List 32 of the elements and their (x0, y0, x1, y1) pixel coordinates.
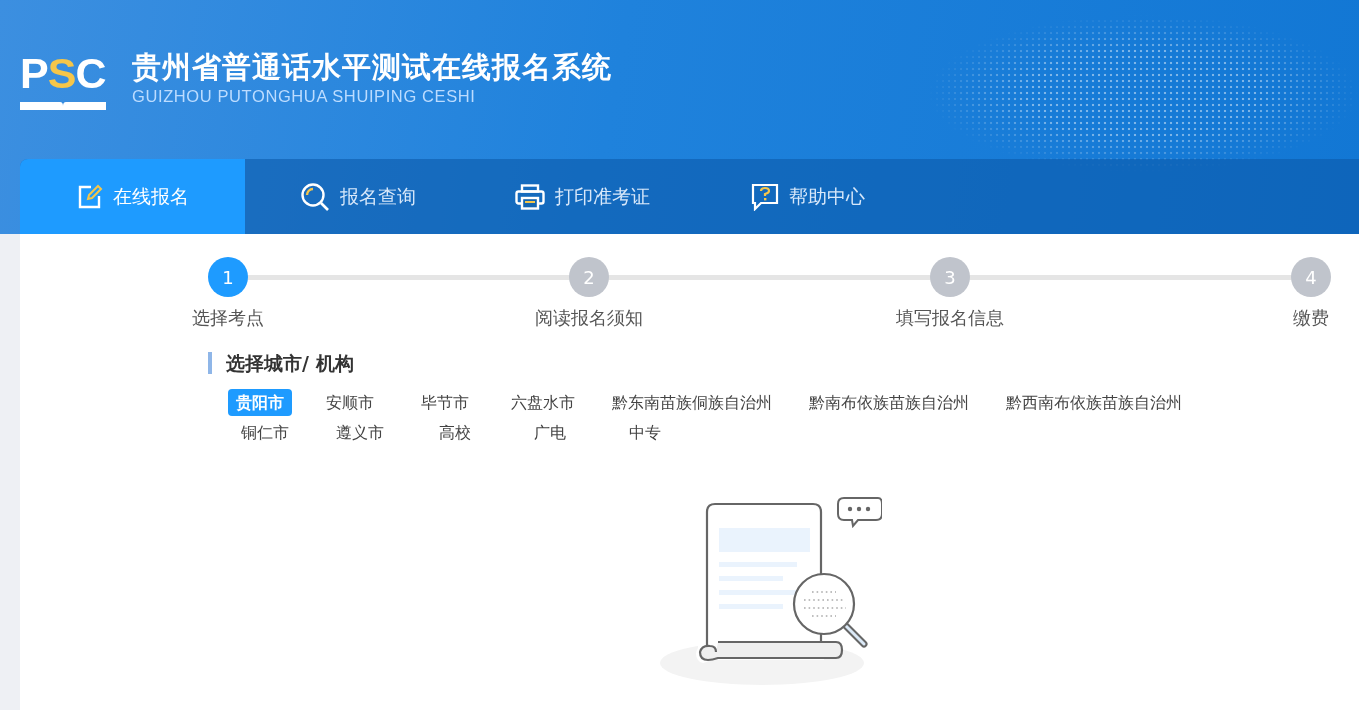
city-option[interactable]: 广电 (513, 419, 587, 446)
city-option[interactable]: 黔东南苗族侗族自治州 (604, 389, 780, 416)
step-label: 缴费 (1293, 306, 1329, 330)
city-option[interactable]: 高校 (418, 419, 492, 446)
nav-tab[interactable]: 打印准考证 (470, 159, 695, 234)
city-option[interactable]: 黔西南布依族苗族自治州 (998, 389, 1190, 416)
step-number: 4 (1291, 257, 1331, 297)
city-option[interactable]: 中专 (608, 419, 682, 446)
city-option[interactable]: 黔南布依族苗族自治州 (801, 389, 977, 416)
site-subtitle: GUIZHOU PUTONGHUA SHUIPING CESHI (132, 87, 477, 106)
nav-tab[interactable]: 帮助中心 (695, 159, 920, 234)
step-label: 填写报名信息 (896, 306, 1004, 330)
section-title: 选择城市/ 机构 (208, 352, 1359, 374)
step-number: 2 (569, 257, 609, 297)
city-option[interactable]: 六盘水市 (503, 389, 583, 416)
nav-tab[interactable]: 报名查询 (245, 159, 470, 234)
step-label: 选择考点 (192, 306, 264, 330)
city-option[interactable]: 安顺市 (313, 389, 387, 416)
step-number: 3 (930, 257, 970, 297)
printer-icon (515, 183, 545, 210)
logo-letter: C (75, 48, 106, 97)
step-number: 1 (208, 257, 248, 297)
help-icon (750, 182, 779, 211)
city-option[interactable]: 毕节市 (408, 389, 482, 416)
city-option[interactable]: 铜仁市 (228, 419, 302, 446)
logo-letter: S (47, 48, 76, 97)
step-label: 阅读报名须知 (535, 306, 643, 330)
edit-icon (76, 183, 103, 210)
city-option[interactable]: 遵义市 (323, 419, 397, 446)
search-icon (299, 181, 330, 212)
site-title: 贵州省普通话水平测试在线报名系统 (132, 49, 612, 86)
logo-letter: P (20, 48, 48, 97)
